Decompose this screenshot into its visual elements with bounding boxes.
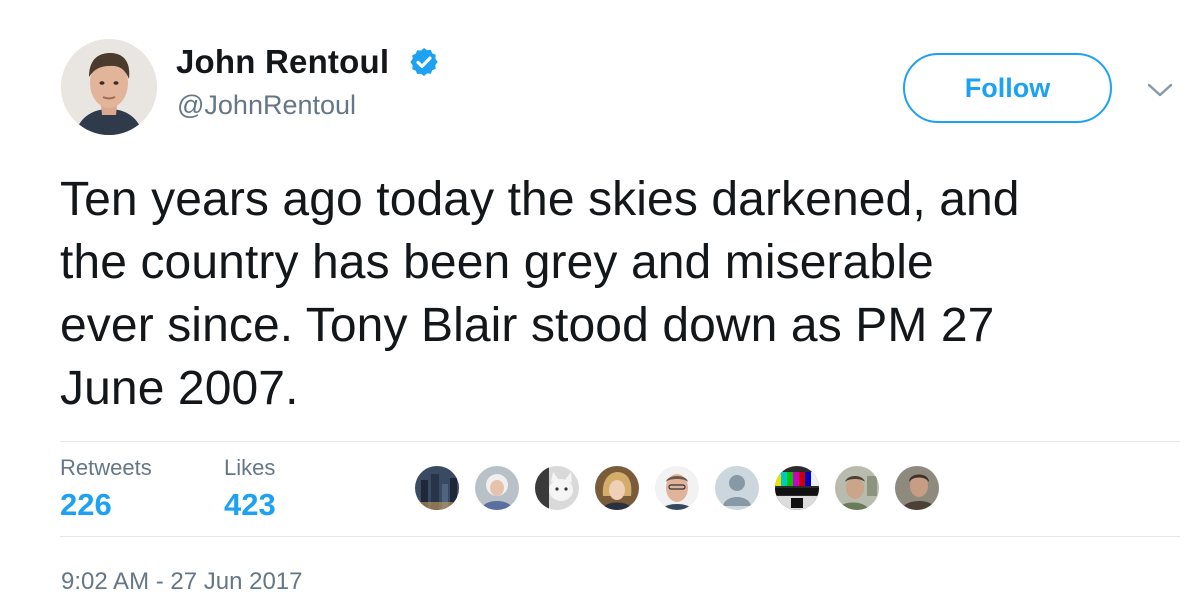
tweet-text-line: ever since. Tony Blair stood down as PM … bbox=[60, 299, 995, 352]
liker-avatar-1[interactable] bbox=[413, 464, 461, 512]
author-display-name[interactable]: John Rentoul bbox=[176, 43, 389, 81]
liker-avatar-6[interactable] bbox=[713, 464, 761, 512]
retweets-stat[interactable]: Retweets 226 bbox=[60, 455, 152, 523]
liker-avatar-8[interactable] bbox=[833, 464, 881, 512]
author-handle[interactable]: @JohnRentoul bbox=[177, 90, 356, 121]
retweets-label: Retweets bbox=[60, 455, 152, 480]
tweet-timestamp[interactable]: 9:02 AM - 27 Jun 2017 bbox=[61, 568, 303, 596]
follow-button[interactable]: Follow bbox=[903, 53, 1112, 123]
liker-avatar-9[interactable] bbox=[893, 464, 941, 512]
divider-top bbox=[60, 441, 1180, 442]
tweet-text-line: June 2007. bbox=[60, 362, 299, 415]
liker-avatar-4[interactable] bbox=[593, 464, 641, 512]
liker-avatar-2[interactable] bbox=[473, 464, 521, 512]
liker-avatar-3[interactable] bbox=[533, 464, 581, 512]
tweet-text-line: the country has been grey and miserable bbox=[60, 236, 934, 289]
liker-avatar-5[interactable] bbox=[653, 464, 701, 512]
chevron-down-icon[interactable] bbox=[1146, 80, 1174, 100]
likes-count[interactable]: 423 bbox=[224, 487, 276, 523]
verified-badge-icon bbox=[410, 48, 438, 76]
liker-avatar-7[interactable] bbox=[773, 464, 821, 512]
author-avatar[interactable] bbox=[61, 39, 157, 135]
likes-label: Likes bbox=[224, 455, 276, 480]
retweets-count[interactable]: 226 bbox=[60, 487, 152, 523]
tweet-text-line: Ten years ago today the skies darkened, … bbox=[60, 173, 1020, 226]
tweet-text: Ten years ago today the skies darkened, … bbox=[60, 168, 1180, 420]
divider-bottom bbox=[60, 536, 1180, 537]
profile-photo bbox=[61, 39, 157, 135]
likes-stat[interactable]: Likes 423 bbox=[224, 455, 276, 523]
tweet-card: John Rentoul @JohnRentoul Follow Ten yea… bbox=[0, 0, 1200, 610]
